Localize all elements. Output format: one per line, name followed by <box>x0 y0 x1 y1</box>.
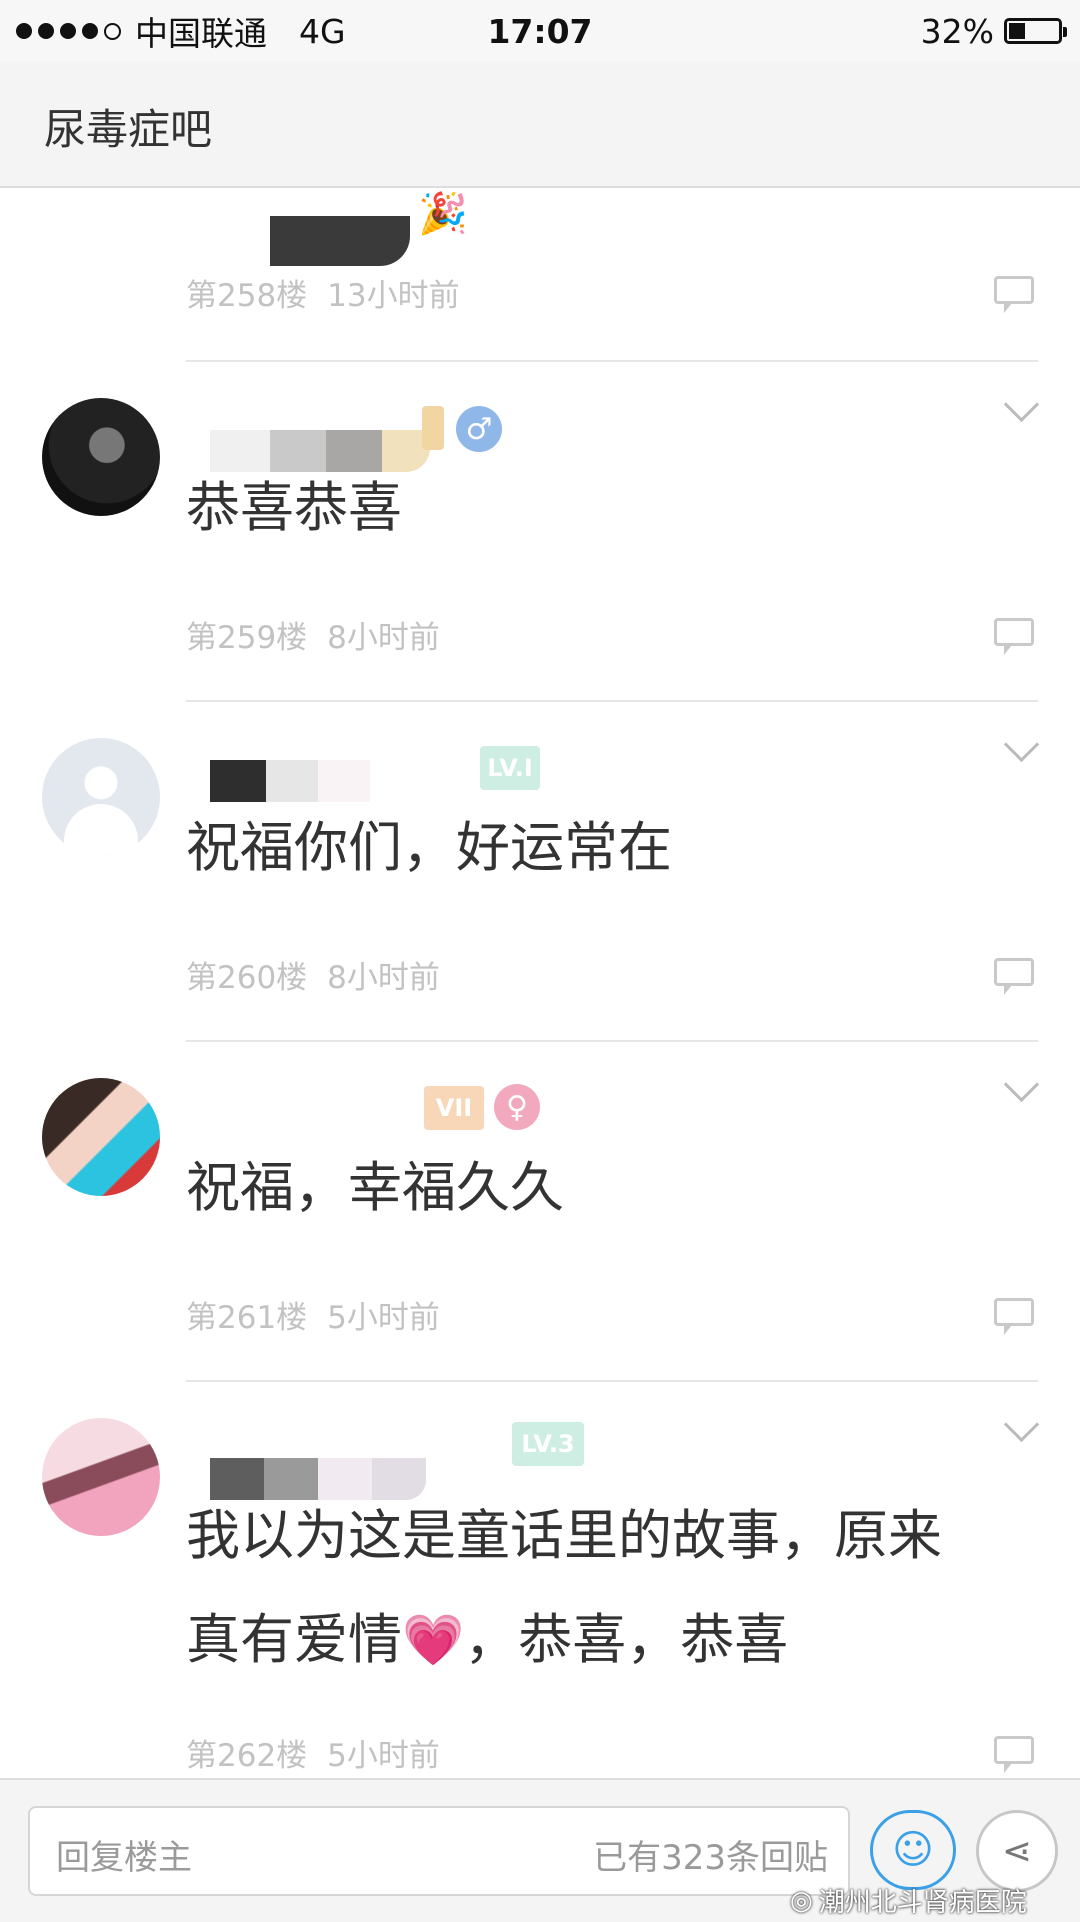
female-icon: ♀ <box>494 1084 540 1130</box>
divider <box>186 1380 1038 1382</box>
reply-text-part: 真有爱情 <box>186 1608 402 1671</box>
level-badge: LV.I <box>480 746 540 790</box>
floor-number: 第262楼 <box>186 1738 308 1774</box>
chevron-down-icon[interactable] <box>1003 726 1040 763</box>
reply-text: 祝福你们，好运常在 <box>186 816 672 879</box>
chevron-down-icon[interactable] <box>1003 386 1040 423</box>
reply-icon[interactable] <box>994 1298 1034 1335</box>
reply-text: 恭喜恭喜 <box>186 476 402 539</box>
divider <box>186 360 1038 362</box>
party-emoji: 🎉 <box>418 191 468 237</box>
post-meta: 第261楼 5小时前 <box>186 1292 440 1337</box>
reply-placeholder: 回复楼主 <box>56 1838 192 1878</box>
post-meta: 第262楼 5小时前 <box>186 1730 440 1775</box>
avatar[interactable] <box>42 1418 160 1536</box>
reply-text: 祝福，幸福久久 <box>186 1156 564 1219</box>
post-time: 5小时前 <box>327 1738 440 1774</box>
reply-icon[interactable] <box>994 618 1034 655</box>
wechat-icon: ◎ <box>790 1885 813 1916</box>
level-badge <box>422 406 444 450</box>
reply-icon[interactable] <box>994 1736 1034 1773</box>
post-meta: 第259楼 8小时前 <box>186 612 440 657</box>
reply-text-part: ，恭喜，恭喜 <box>464 1608 789 1671</box>
clock: 17:07 <box>487 11 593 51</box>
divider <box>186 700 1038 702</box>
nav-bar: 尿毒症吧 <box>0 62 1080 188</box>
reply-count: 已有323条回贴 <box>593 1838 828 1878</box>
share-icon[interactable]: ⋖ <box>976 1810 1058 1892</box>
level-badge: VII <box>424 1086 484 1130</box>
post-time: 13小时前 <box>327 278 460 314</box>
avatar[interactable] <box>42 738 160 856</box>
floor-number: 第260楼 <box>186 960 308 996</box>
post-list[interactable]: 🎉 第258楼 13小时前 ♂ 恭喜恭喜 第259楼 8小时前 LV.I 祝福你… <box>0 188 1080 1778</box>
reply-input[interactable]: 回复楼主 已有323条回贴 <box>28 1806 850 1896</box>
redacted-image <box>270 216 410 266</box>
post-meta: 第258楼 13小时前 <box>186 270 460 315</box>
status-right: 32% <box>920 11 1067 51</box>
page-title: 尿毒症吧 <box>44 105 213 154</box>
floor-number: 第259楼 <box>186 620 308 656</box>
reply-icon[interactable] <box>994 958 1034 995</box>
post-meta: 第260楼 8小时前 <box>186 952 440 997</box>
reply-text-line1: 我以为这是童话里的故事，原来 <box>186 1504 942 1567</box>
post-time: 8小时前 <box>327 620 440 656</box>
floor-number: 第258楼 <box>186 278 308 314</box>
heart-emoji: 💗 <box>402 1611 465 1669</box>
post-time: 8小时前 <box>327 960 440 996</box>
chevron-down-icon[interactable] <box>1003 1066 1040 1103</box>
avatar[interactable] <box>42 398 160 516</box>
male-icon: ♂ <box>456 406 502 452</box>
battery-icon <box>1004 18 1067 44</box>
reply-icon[interactable] <box>994 276 1034 313</box>
status-bar: 中国联通 4G 17:07 32% <box>0 0 1080 62</box>
watermark: ◎ 潮州北斗肾病医院 <box>790 1882 1027 1919</box>
chevron-down-icon[interactable] <box>1003 1406 1040 1443</box>
post-time: 5小时前 <box>327 1300 440 1336</box>
battery-percent: 32% <box>920 11 994 51</box>
emoji-icon[interactable]: ☺ <box>870 1810 956 1890</box>
avatar[interactable] <box>42 1078 160 1196</box>
level-badge: LV.3 <box>512 1422 584 1466</box>
floor-number: 第261楼 <box>186 1300 308 1336</box>
divider <box>186 1040 1038 1042</box>
watermark-text: 潮州北斗肾病医院 <box>818 1888 1027 1918</box>
reply-text-line2: 真有爱情 💗 ，恭喜，恭喜 <box>186 1588 788 1692</box>
